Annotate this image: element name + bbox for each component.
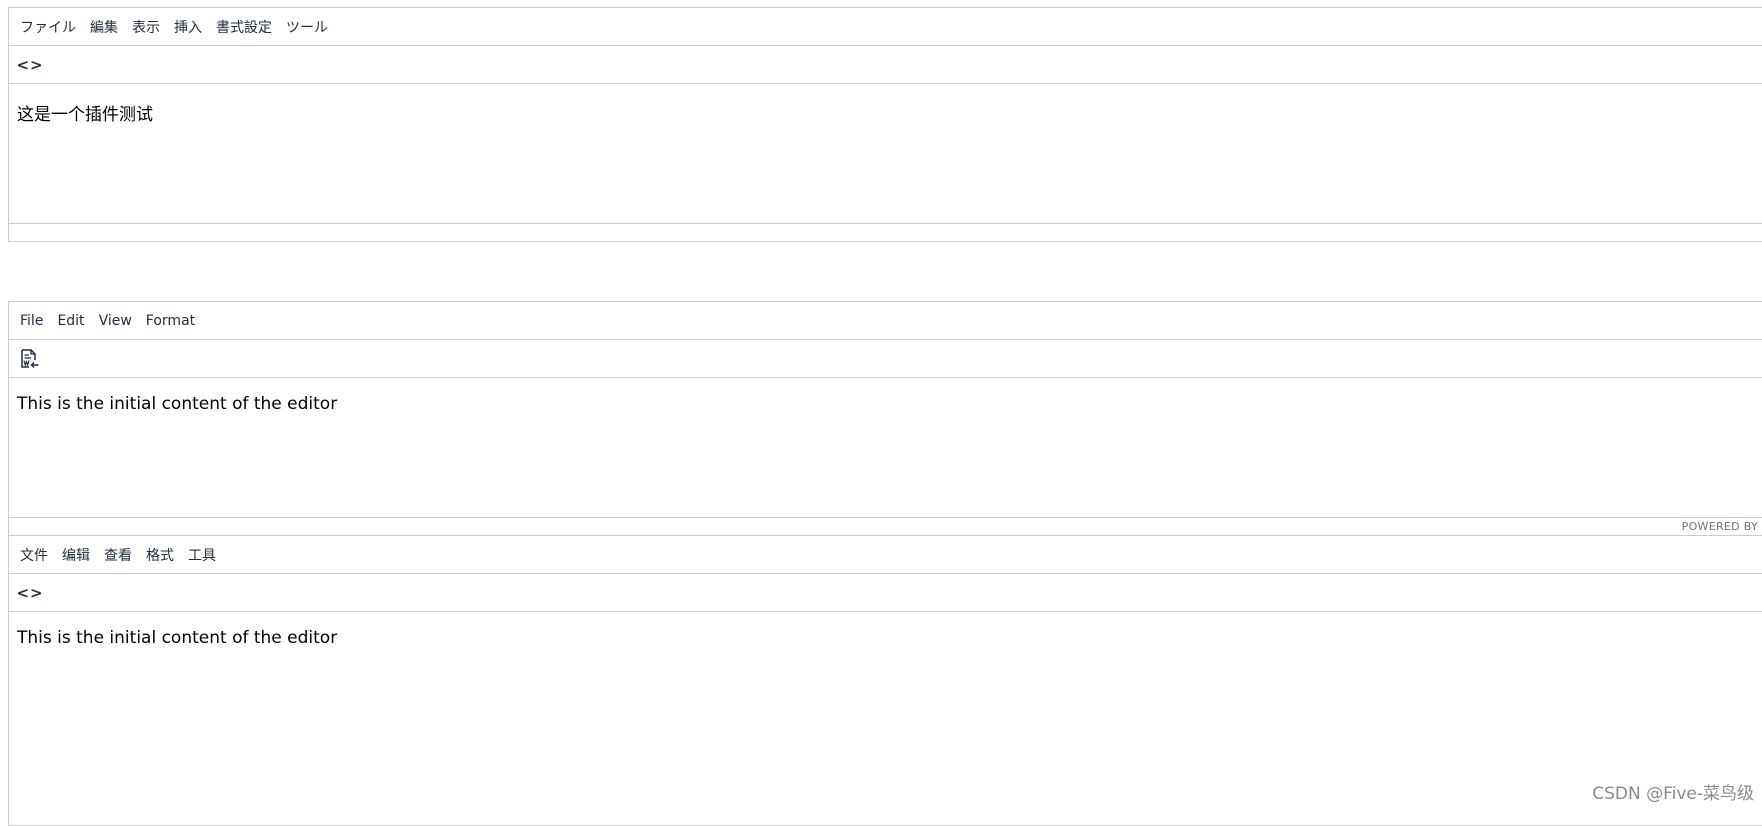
menubar: 文件 编辑 查看 格式 工具 [9,536,1762,574]
menu-insert[interactable]: 挿入 [167,17,209,37]
menu-format[interactable]: Format [139,313,202,329]
editor-english: File Edit View Format This is the initia… [8,301,1762,536]
export-word-icon [19,348,41,370]
editor-content[interactable]: This is the initial content of the edito… [9,378,1762,517]
content-paragraph: This is the initial content of the edito… [17,628,1754,648]
toolbar [9,340,1762,378]
menu-view[interactable]: 表示 [125,17,167,37]
toolbar: <> [9,574,1762,612]
menu-file[interactable]: 文件 [13,545,55,565]
content-paragraph: This is the initial content of the edito… [17,394,1754,414]
menu-edit[interactable]: Edit [50,313,91,329]
code-icon: <> [16,56,43,74]
editor-content[interactable]: 这是一个插件测试 [9,84,1762,223]
menubar: File Edit View Format [9,302,1762,340]
menu-edit[interactable]: 編集 [83,17,125,37]
menu-edit[interactable]: 编辑 [55,545,97,565]
content-paragraph: 这是一个插件测试 [17,100,1754,125]
source-code-button[interactable]: <> [17,580,43,606]
menu-file[interactable]: File [13,313,50,329]
menu-format[interactable]: 書式設定 [209,17,279,37]
editor-content[interactable]: This is the initial content of the edito… [9,612,1762,812]
menu-tools[interactable]: 工具 [181,545,223,565]
menu-format[interactable]: 格式 [139,545,181,565]
menu-view[interactable]: 查看 [97,545,139,565]
source-code-button[interactable]: <> [17,52,43,78]
export-word-button[interactable] [17,346,43,372]
watermark: CSDN @Five-菜鸟级 [1592,779,1754,804]
toolbar: <> [9,46,1762,84]
menu-tools[interactable]: ツール [279,17,335,37]
menu-file[interactable]: ファイル [13,17,83,37]
statusbar [9,223,1762,241]
powered-by-label[interactable]: POWERED BY [1682,520,1758,533]
editor-japanese: ファイル 編集 表示 挿入 書式設定 ツール <> 这是一个插件测试 [8,7,1762,242]
editor-chinese: 文件 编辑 查看 格式 工具 <> This is the initial co… [8,536,1762,826]
menubar: ファイル 編集 表示 挿入 書式設定 ツール [9,8,1762,46]
code-icon: <> [16,584,43,602]
statusbar: POWERED BY [9,517,1762,535]
menu-view[interactable]: View [92,313,139,329]
